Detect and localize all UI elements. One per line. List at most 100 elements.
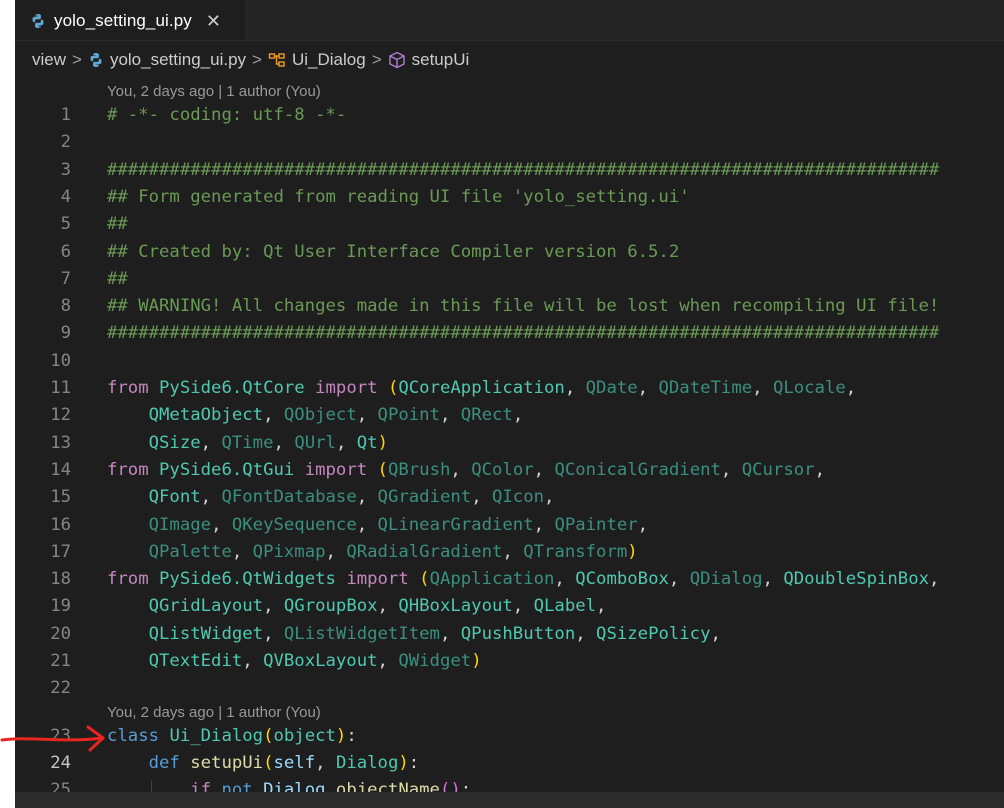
line-number: 1 (60, 105, 71, 125)
code-line[interactable]: 23 class Ui_Dialog(object): (15, 723, 1004, 750)
code-token: PySide6.QtCore (159, 378, 305, 398)
breadcrumb-label: view (32, 50, 67, 69)
code-token: setupUi (190, 752, 264, 773)
code-line[interactable]: 6 ## Created by: Qt User Interface Compil… (15, 239, 1004, 266)
code-line[interactable]: 3 #######################################… (15, 157, 1004, 184)
code-token: , (439, 623, 461, 644)
code-token: , (637, 378, 659, 398)
breadcrumb-file[interactable]: yolo_setting_ui.py (88, 50, 246, 70)
code-token: QDate (585, 378, 638, 398)
breadcrumb-folder-view[interactable]: view (32, 50, 66, 70)
window-left-edge (0, 0, 15, 808)
chevron-right-icon: > (72, 50, 82, 69)
breadcrumb-label: Ui_Dialog (291, 50, 366, 69)
horizontal-scrollbar-area[interactable] (15, 792, 1004, 808)
chevron-right-icon: > (371, 50, 382, 69)
code-token: QPoint (377, 405, 440, 426)
code-line[interactable]: 7 ## (15, 266, 1004, 293)
breadcrumb: view > yolo_setting_ui.py > Ui_Dialog > … (15, 41, 1004, 79)
line-number: 15 (50, 487, 71, 508)
code-token: ## Created by: Qt User Interface Compile… (107, 241, 680, 262)
codelens-blame[interactable]: You, 2 days ago | 1 author (You) (107, 703, 321, 723)
code-line[interactable]: 19 QGridLayout, QGroupBox, QHBoxLayout, … (15, 593, 1004, 620)
code-text: QListWidget, QListWidgetItem, QPushButto… (107, 621, 721, 648)
code-line[interactable]: 14 from PySide6.QtGui import (QBrush, QCo… (15, 457, 1004, 484)
breadcrumb-class[interactable]: Ui_Dialog (268, 50, 366, 70)
code-editor[interactable]: You, 2 days ago | 1 author (You) 1 # -*- c… (15, 80, 1004, 792)
code-token: , (200, 432, 222, 453)
code-text: from PySide6.QtCore import (QCoreApplica… (107, 375, 856, 402)
code-line[interactable]: 5 ## (15, 211, 1004, 238)
line-number: 24 (50, 752, 71, 773)
code-token: QListWidget (148, 623, 264, 644)
close-icon[interactable]: ✕ (206, 12, 221, 30)
code-text: if not Dialog.objectName(): (107, 777, 471, 792)
code-token: , (710, 623, 721, 644)
code-token: QBrush (387, 459, 451, 480)
code-line[interactable]: 10 (15, 348, 1004, 375)
line-number: 10 (50, 350, 71, 371)
code-token: Dialog (335, 752, 399, 773)
line-number: 21 (50, 651, 71, 671)
code-token: , (929, 569, 940, 590)
code-token: QIcon (492, 487, 545, 508)
code-token: QConicalGradient (554, 459, 721, 480)
code-line[interactable]: 11 from PySide6.QtCore import (QCoreAppli… (15, 375, 1004, 402)
code-token: , (752, 378, 773, 398)
code-text: def setupUi(self, Dialog): (107, 750, 420, 777)
code-line[interactable]: 17 QPalette, QPixmap, QRadialGradient, Q… (15, 539, 1004, 566)
code-token: ########################################… (107, 323, 940, 344)
code-line[interactable]: 22 (15, 675, 1004, 702)
code-line[interactable]: 1 # -*- coding: utf-8 -*- (15, 102, 1004, 129)
code-token: ) (377, 432, 388, 453)
code-token: , (512, 596, 534, 617)
tab-yolo-setting-ui[interactable]: yolo_setting_ui.py ✕ (15, 0, 245, 40)
code-line[interactable]: 21 QTextEdit, QVBoxLayout, QWidget) (15, 648, 1004, 675)
code-text: ########################################… (107, 320, 939, 347)
code-token: ) (398, 752, 409, 773)
code-token: , (814, 459, 825, 480)
code-line[interactable]: 9 #######################################… (15, 320, 1004, 347)
code-line[interactable]: 8 ## WARNING! All changes made in this fi… (15, 293, 1004, 320)
code-line[interactable]: 4 ## Form generated from reading UI file … (15, 184, 1004, 211)
code-token: , (564, 378, 586, 398)
code-line[interactable]: 24 def setupUi(self, Dialog): (15, 750, 1004, 777)
code-token: QComboBox (575, 569, 669, 590)
codelens-blame[interactable]: You, 2 days ago | 1 author (You) (107, 82, 321, 102)
breadcrumb-method[interactable]: setupUi (388, 50, 469, 70)
code-line[interactable]: 16 QImage, QKeySequence, QLinearGradient… (15, 512, 1004, 539)
code-text: ########################################… (107, 157, 939, 184)
code-token: QColor (471, 459, 534, 480)
code-line[interactable]: 13 QSize, QTime, QUrl, Qt) (15, 430, 1004, 457)
code-token: ( (263, 725, 274, 746)
code-text: QPalette, QPixmap, QRadialGradient, QTra… (107, 539, 638, 566)
code-token: , (845, 378, 857, 398)
code-token: . (325, 780, 336, 792)
code-token: , (668, 569, 690, 590)
code-token: QHBoxLayout (398, 596, 513, 617)
code-line[interactable]: 2 (15, 129, 1004, 156)
code-line[interactable]: 18 from PySide6.QtWidgets import (QApplic… (15, 566, 1004, 593)
code-text: from PySide6.QtGui import (QBrush, QColo… (107, 457, 825, 484)
code-token: : (408, 752, 420, 773)
code-token: () (439, 780, 461, 792)
code-token: QLocale (772, 378, 846, 398)
code-token: QGradient (377, 487, 472, 508)
code-token: import (346, 569, 409, 590)
code-token: : (460, 780, 472, 792)
code-token: ) (335, 725, 347, 746)
code-line[interactable]: 20 QListWidget, QListWidgetItem, QPushBu… (15, 621, 1004, 648)
code-line[interactable]: 12 QMetaObject, QObject, QPoint, QRect, (15, 402, 1004, 429)
code-token: import (304, 459, 368, 480)
line-number: 12 (50, 405, 71, 426)
code-token: def (148, 752, 180, 773)
code-token: Qt (356, 432, 378, 453)
code-line[interactable]: 15 QFont, QFontDatabase, QGradient, QIco… (15, 484, 1004, 511)
code-line[interactable]: 25 if not Dialog.objectName(): (15, 777, 1004, 792)
